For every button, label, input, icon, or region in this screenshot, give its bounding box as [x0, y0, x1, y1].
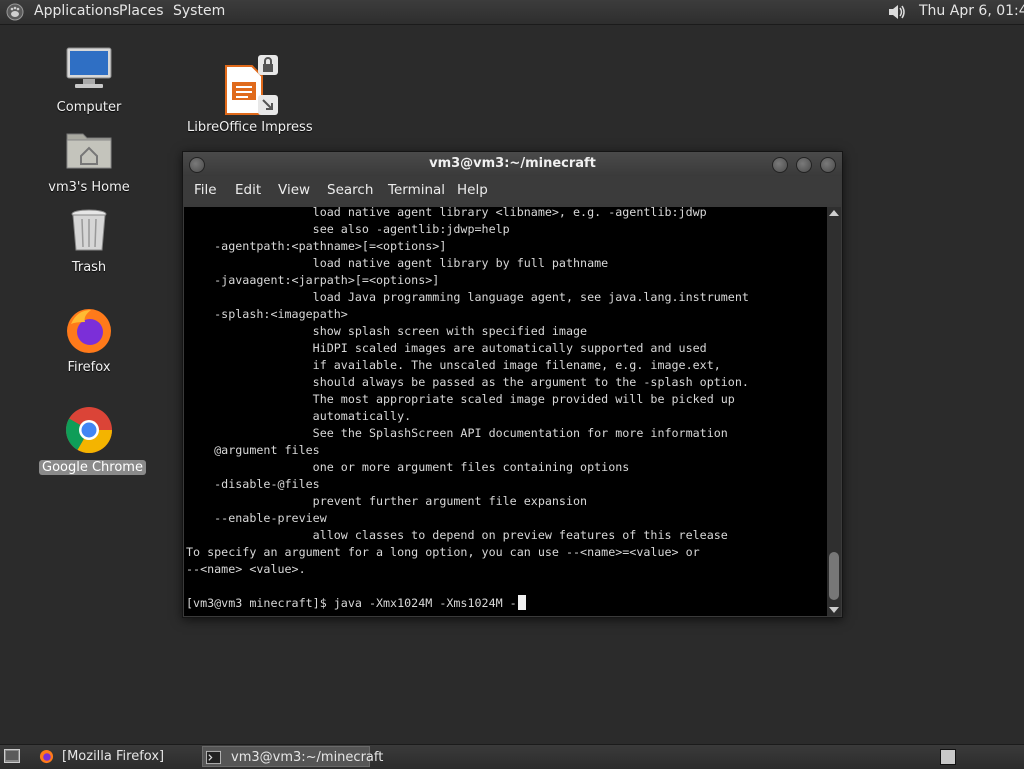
show-desktop-icon[interactable]: [4, 749, 20, 763]
gnome-foot-icon[interactable]: [6, 3, 24, 21]
desktop-icon-trash[interactable]: Trash: [39, 204, 139, 275]
terminal-line: load Java programming language agent, se…: [186, 290, 749, 304]
system-menu[interactable]: System: [173, 3, 225, 19]
computer-icon: [66, 47, 112, 88]
maximize-button[interactable]: [796, 157, 812, 173]
terminal-line: To specify an argument for a long option…: [186, 545, 700, 559]
terminal-line: @argument files: [186, 443, 320, 457]
terminal-line: See the SplashScreen API documentation f…: [186, 426, 728, 440]
desktop-icon-label: LibreOffice Impress: [187, 120, 313, 135]
terminal-line: show splash screen with specified image: [186, 324, 588, 338]
terminal-line: load native agent library <libname>, e.g…: [186, 207, 707, 219]
menu-file[interactable]: File: [194, 182, 217, 198]
taskbar-item-terminal[interactable]: vm3@vm3:~/minecraft: [202, 746, 383, 767]
taskbar-item-label: vm3@vm3:~/minecraft: [231, 750, 384, 765]
desktop-icon-firefox[interactable]: Firefox: [39, 304, 139, 375]
terminal-line: if available. The unscaled image filenam…: [186, 358, 721, 372]
terminal-line: [vm3@vm3 minecraft]$ java -Xmx1024M -Xms…: [186, 595, 526, 612]
desktop-icon-label: vm3's Home: [48, 180, 130, 195]
home-folder-icon: [66, 133, 112, 169]
desktop-icon-libreoffice-impress[interactable]: LibreOffice Impress: [184, 55, 313, 135]
terminal-icon: [206, 750, 221, 765]
menu-view[interactable]: View: [278, 182, 310, 198]
window-title: vm3@vm3:~/minecraft: [429, 156, 596, 171]
scroll-down-arrow-icon[interactable]: [829, 607, 839, 613]
terminal-line: -javaagent:<jarpath>[=<options>]: [186, 273, 440, 287]
window-titlebar[interactable]: vm3@vm3:~/minecraft: [183, 152, 842, 176]
terminal-line: HiDPI scaled images are automatically su…: [186, 341, 707, 355]
terminal-line: -splash:<imagepath>: [186, 307, 348, 321]
taskbar-item-label: [Mozilla Firefox]: [62, 749, 165, 764]
scroll-up-arrow-icon[interactable]: [829, 210, 839, 216]
firefox-icon: [67, 309, 111, 353]
terminal-line: -agentpath:<pathname>[=<options>]: [186, 239, 447, 253]
volume-icon[interactable]: [886, 2, 908, 22]
clock[interactable]: Thu Apr 6, 01:49: [919, 3, 1024, 19]
terminal-line: prevent further argument file expansion: [186, 494, 588, 508]
terminal-line: see also -agentlib:jdwp=help: [186, 222, 510, 236]
bottom-panel: [Mozilla Firefox] vm3@vm3:~/minecraft: [0, 744, 1024, 769]
lock-icon: [258, 55, 278, 75]
workspace-switcher[interactable]: [940, 749, 956, 765]
desktop-icon-label: Firefox: [67, 360, 111, 375]
terminal-line: automatically.: [186, 409, 412, 423]
taskbar-item-firefox[interactable]: [Mozilla Firefox]: [36, 746, 196, 767]
terminal-menubar: File Edit View Search Terminal Help: [183, 176, 842, 204]
terminal-output[interactable]: load native agent library <libname>, e.g…: [184, 207, 827, 616]
menu-edit[interactable]: Edit: [235, 182, 261, 198]
applications-menu[interactable]: Applications: [34, 3, 120, 19]
terminal-line: --<name> <value>.: [186, 562, 306, 576]
desktop-icon-google-chrome[interactable]: Google Chrome: [39, 404, 146, 475]
terminal-line: allow classes to depend on preview featu…: [186, 528, 728, 542]
terminal-scrollbar[interactable]: [827, 207, 841, 616]
desktop-icon-label: Computer: [56, 100, 122, 115]
firefox-icon: [39, 749, 54, 764]
scrollbar-thumb[interactable]: [829, 552, 839, 600]
terminal-line: The most appropriate scaled image provid…: [186, 392, 735, 406]
desktop-icon-computer[interactable]: Computer: [39, 44, 139, 115]
terminal-window[interactable]: vm3@vm3:~/minecraft File Edit View Searc…: [182, 151, 843, 618]
terminal-line: one or more argument files containing op…: [186, 460, 630, 474]
trash-icon: [71, 209, 107, 251]
text-cursor: [517, 595, 526, 610]
terminal-line: load native agent library by full pathna…: [186, 256, 609, 270]
top-panel: Applications Places System Thu Apr 6, 01…: [0, 0, 1024, 25]
places-menu[interactable]: Places: [119, 3, 164, 19]
symlink-arrow-icon: [258, 95, 278, 115]
terminal-line: --enable-preview: [186, 511, 327, 525]
minimize-button[interactable]: [772, 157, 788, 173]
terminal-line: should always be passed as the argument …: [186, 375, 749, 389]
menu-help[interactable]: Help: [457, 182, 488, 198]
chrome-icon: [66, 407, 112, 453]
desktop-icon-label: Trash: [71, 260, 107, 275]
desktop-icon-home[interactable]: vm3's Home: [39, 124, 139, 195]
desktop-icon-label: Google Chrome: [39, 460, 146, 475]
menu-search[interactable]: Search: [327, 182, 373, 198]
close-button[interactable]: [820, 157, 836, 173]
terminal-line: -disable-@files: [186, 477, 320, 491]
menu-terminal[interactable]: Terminal: [388, 182, 445, 198]
window-menu-button[interactable]: [189, 157, 205, 173]
